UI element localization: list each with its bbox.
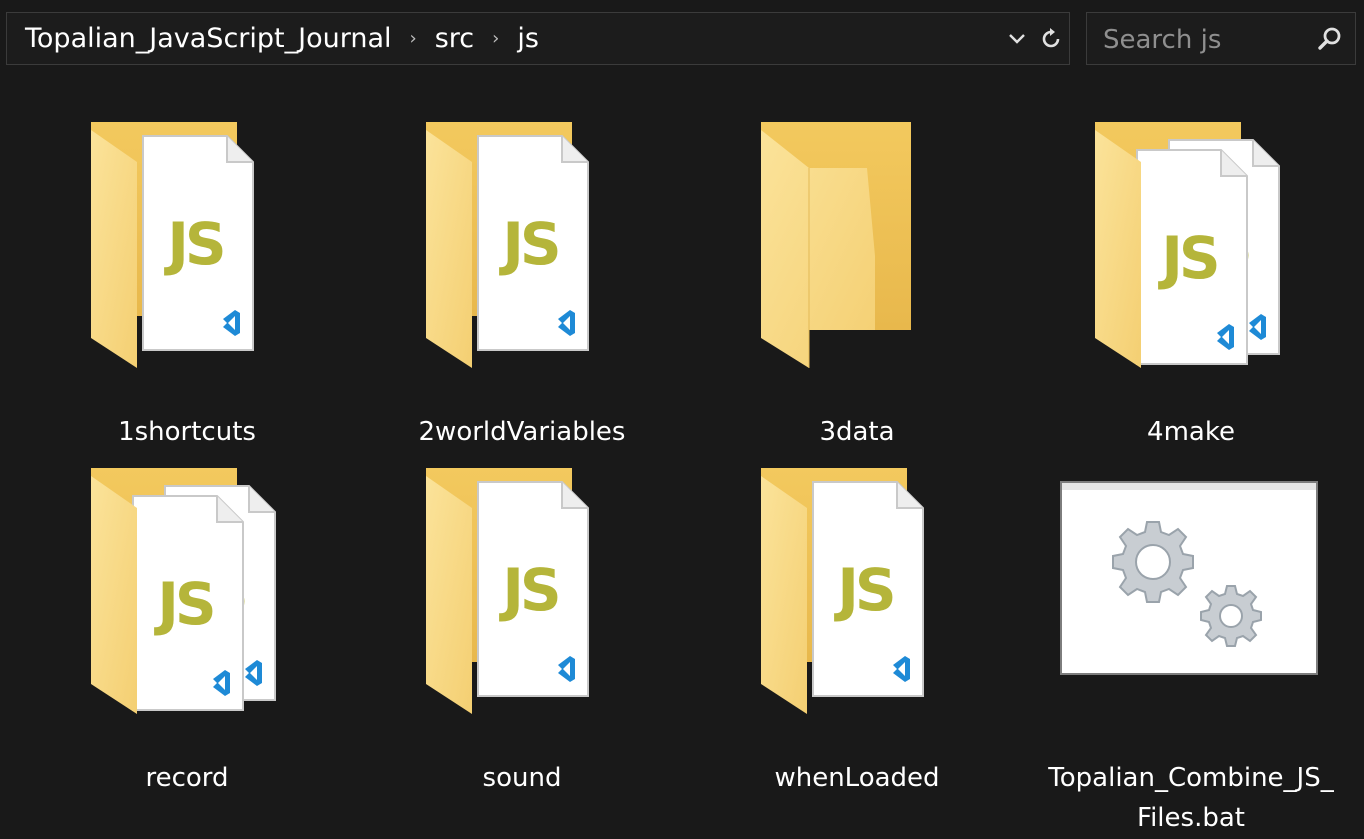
folder-js-multi-icon bbox=[91, 468, 337, 714]
address-bar[interactable]: Topalian_JavaScript_Journal › src › js bbox=[6, 12, 1070, 65]
breadcrumb-current[interactable]: js bbox=[517, 23, 539, 54]
folder-js-icon bbox=[761, 468, 1007, 714]
breadcrumb-root[interactable]: Topalian_JavaScript_Journal bbox=[25, 23, 392, 54]
folder-js-multi-icon bbox=[1095, 122, 1341, 368]
search-input[interactable] bbox=[1087, 13, 1315, 66]
folder-js-icon bbox=[426, 122, 672, 368]
file-name: 2worldVariables bbox=[418, 417, 626, 447]
file-name: 1shortcuts bbox=[118, 417, 256, 447]
file-name: record bbox=[145, 763, 229, 793]
file-grid: 1shortcuts 2worldVariables 3data 4make r… bbox=[0, 86, 1364, 839]
file-name: whenLoaded bbox=[774, 763, 940, 793]
top-bar: Topalian_JavaScript_Journal › src › js bbox=[0, 0, 1364, 86]
folder-icon bbox=[761, 122, 911, 368]
breadcrumb-src[interactable]: src bbox=[435, 23, 474, 54]
batch-file-gears-icon bbox=[1060, 481, 1318, 675]
chevron-down-icon[interactable] bbox=[1005, 27, 1029, 51]
magnifier-icon[interactable] bbox=[1317, 26, 1343, 52]
search-box[interactable] bbox=[1086, 12, 1356, 66]
breadcrumb-chevron-icon[interactable]: › bbox=[492, 28, 499, 49]
file-name: 4make bbox=[1147, 417, 1235, 447]
file-name: Topalian_Combine_JS_Files.bat bbox=[1048, 763, 1334, 833]
folder-js-icon bbox=[91, 122, 337, 368]
file-name: 3data bbox=[819, 417, 895, 447]
folder-js-icon bbox=[426, 468, 672, 714]
refresh-icon[interactable] bbox=[1039, 27, 1063, 51]
breadcrumb-chevron-icon[interactable]: › bbox=[410, 28, 417, 49]
breadcrumb: Topalian_JavaScript_Journal › src › js bbox=[25, 13, 539, 64]
file-name: sound bbox=[482, 763, 562, 793]
